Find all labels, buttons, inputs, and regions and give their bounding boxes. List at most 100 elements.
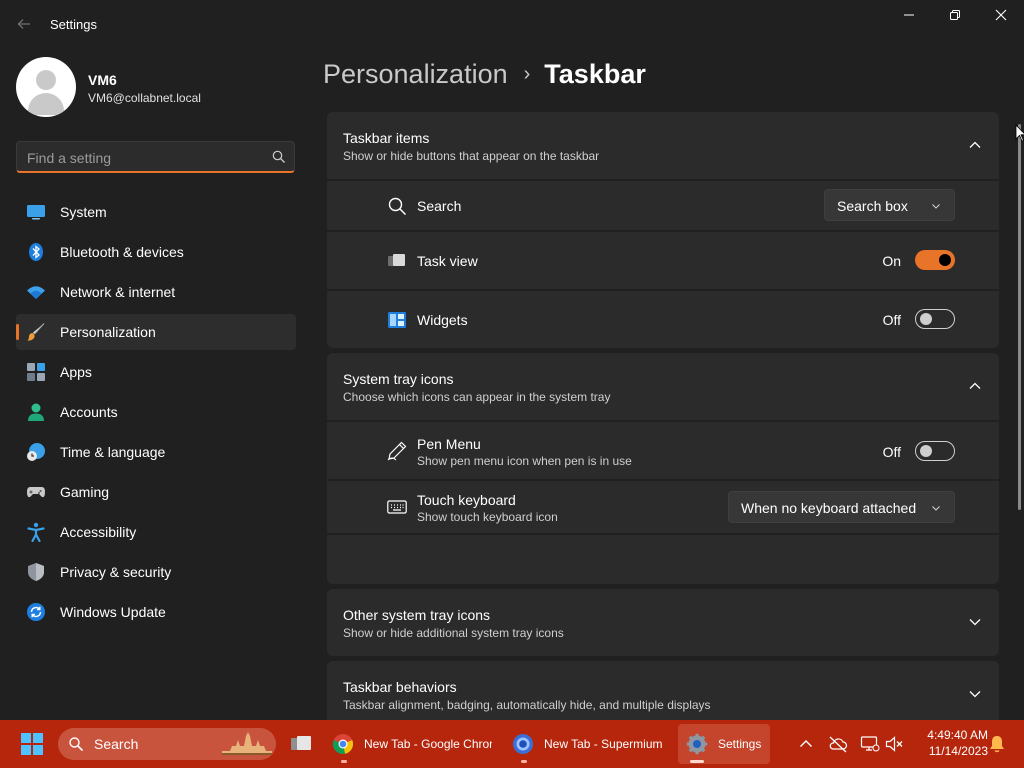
scrollbar-thumb[interactable] [1018,124,1021,510]
sidebar-item-apps[interactable]: Apps [16,354,296,390]
breadcrumb: Personalization › Taskbar [323,59,646,95]
touch-keyboard-dropdown[interactable]: When no keyboard attached [728,491,955,523]
app-title: Settings [50,17,97,32]
widgets-row: Widgets Off [327,291,999,348]
chevron-up-icon[interactable] [965,376,985,396]
back-button[interactable] [10,12,38,36]
wifi-icon [27,286,45,299]
close-button[interactable] [978,4,1024,28]
system-clock[interactable]: 4:49:40 AM 11/14/2023 [912,727,988,759]
task-view-toggle[interactable] [915,250,955,270]
section-description: Choose which icons can appear in the sys… [343,390,611,404]
volume-muted-icon[interactable] [884,734,904,754]
taskbar-app-label: New Tab - Supermium [544,737,663,751]
sidebar-item-network[interactable]: Network & internet [16,274,296,310]
task-view-icon [291,736,311,750]
sidebar-item-label: Bluetooth & devices [60,244,184,260]
user-profile[interactable]: VM6 VM6@collabnet.local [16,57,296,117]
search-icon [388,197,407,216]
sidebar-item-label: Windows Update [60,604,166,620]
back-arrow-icon [17,19,30,29]
settings-gear-icon [686,733,708,755]
sidebar-item-bluetooth[interactable]: Bluetooth & devices [16,234,296,270]
touch-keyboard-label: Touch keyboard [417,492,516,508]
mouse-cursor-icon [1015,124,1024,142]
section-title: Other system tray icons [343,607,491,623]
task-view-label: Task view [417,253,478,269]
widgets-toggle[interactable] [915,309,955,329]
pen-icon [387,441,407,461]
chevron-down-icon[interactable] [965,612,985,632]
sidebar-item-label: Accounts [60,404,118,420]
search-input[interactable] [27,148,257,168]
display-icon[interactable] [860,734,880,754]
pen-menu-toggle[interactable] [915,441,955,461]
search-setting-row: Search Search box [327,181,999,230]
sidebar-item-label: Privacy & security [60,564,172,580]
notification-bell-icon[interactable] [987,734,1007,754]
running-indicator [690,760,704,763]
minimize-icon [904,14,914,16]
section-description: Show or hide buttons that appear on the … [343,149,600,163]
sidebar-item-accounts[interactable]: Accounts [16,394,296,430]
windows-taskbar: Search New Tab - Google Chrome New Tab -… [0,720,1024,768]
system-tray-icons-header[interactable]: System tray icons Choose which icons can… [327,353,999,420]
taskbar-search[interactable]: Search [58,728,276,760]
clock-date: 11/14/2023 [928,744,988,758]
taskbar-app-supermium[interactable]: New Tab - Supermium [504,724,674,764]
section-title: System tray icons [343,371,454,387]
sidebar-item-windows-update[interactable]: Windows Update [16,594,296,630]
taskbar-app-settings[interactable]: Settings [678,724,770,764]
taskbar-app-label: Settings [718,737,762,751]
maximize-icon [950,10,960,20]
tray-section-footer [327,535,999,584]
settings-search[interactable] [16,141,295,173]
sidebar-item-personalization[interactable]: Personalization [16,314,296,350]
sidebar-item-accessibility[interactable]: Accessibility [16,514,296,550]
search-mode-dropdown[interactable]: Search box [824,189,955,221]
search-icon[interactable] [271,149,287,165]
breadcrumb-parent[interactable]: Personalization [323,59,508,89]
sidebar-item-privacy-security[interactable]: Privacy & security [16,554,296,590]
search-highlight-temple-icon [222,732,272,755]
taskbar-app-label: New Tab - Google Chrome [364,737,492,751]
section-title: Taskbar behaviors [343,679,457,695]
taskbar-behaviors-header[interactable]: Taskbar behaviors Taskbar alignment, bad… [327,661,999,720]
cloud-off-icon[interactable] [828,734,848,754]
sidebar-item-label: Gaming [60,484,110,500]
touch-keyboard-value: When no keyboard attached [741,500,917,516]
page-title: Taskbar [544,59,646,89]
chevron-up-icon[interactable] [796,734,816,754]
taskbar-app-chrome[interactable]: New Tab - Google Chrome [324,724,494,764]
sidebar-item-label: Apps [60,364,92,380]
apps-icon [27,363,45,381]
chevron-down-icon [932,204,940,209]
sidebar-item-system[interactable]: System [16,194,296,230]
chevron-up-icon[interactable] [965,135,985,155]
other-tray-icons-header[interactable]: Other system tray icons Show or hide add… [327,589,999,656]
sidebar-item-gaming[interactable]: Gaming [16,474,296,510]
sidebar-item-label: Personalization [60,324,156,340]
bluetooth-icon [29,243,43,261]
sidebar-item-time-language[interactable]: Time & language [16,434,296,470]
running-indicator [341,760,347,763]
sidebar-nav: System Bluetooth & devices Network & int… [16,194,296,634]
user-name: VM6 [88,72,117,88]
section-description: Taskbar alignment, badging, automaticall… [343,698,711,712]
shield-icon [28,563,44,581]
taskbar-app-task-view[interactable] [282,724,322,764]
running-indicator [521,760,527,763]
accessibility-icon [27,522,45,542]
search-mode-value: Search box [837,198,908,214]
touch-keyboard-row: Touch keyboard Show touch keyboard icon … [327,481,999,533]
pen-menu-label: Pen Menu [417,436,481,452]
taskbar-items-header[interactable]: Taskbar items Show or hide buttons that … [327,112,999,179]
minimize-button[interactable] [886,4,932,28]
windows-start-icon[interactable] [12,728,52,760]
touch-keyboard-description: Show touch keyboard icon [417,510,558,524]
maximize-button[interactable] [932,4,978,28]
chevron-down-icon[interactable] [965,684,985,704]
search-icon [69,737,84,752]
close-icon [995,9,1007,21]
section-description: Show or hide additional system tray icon… [343,626,564,640]
